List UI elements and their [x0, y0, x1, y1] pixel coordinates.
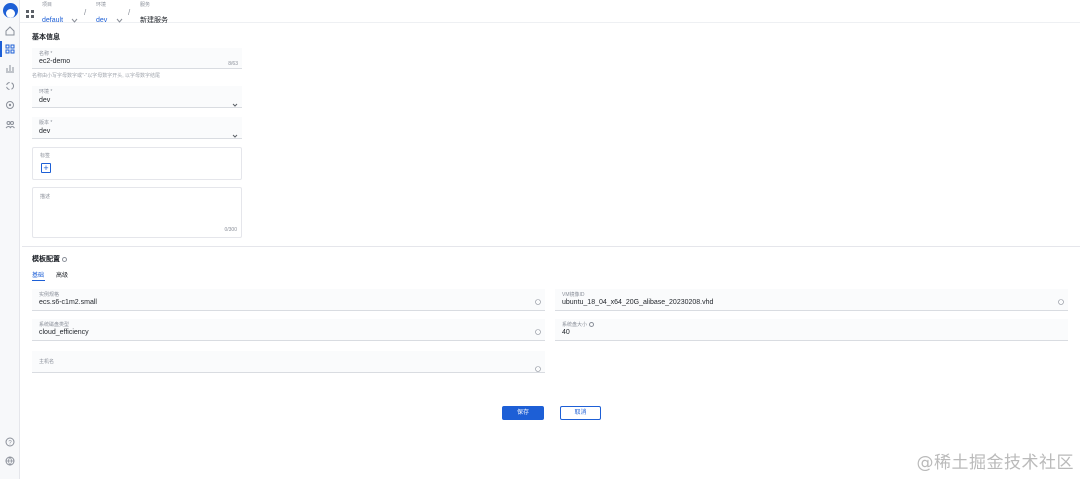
- chevron-down-icon[interactable]: [116, 10, 123, 23]
- template-config-title: 模板配置: [32, 254, 67, 264]
- hostname-label: 主机名: [39, 359, 55, 365]
- basic-info-title: 基本信息: [32, 34, 60, 41]
- chevron-down-icon[interactable]: [232, 95, 238, 107]
- info-icon[interactable]: [589, 322, 595, 328]
- chevron-down-icon[interactable]: [71, 10, 78, 23]
- env-select-value: dev: [39, 97, 51, 104]
- name-input[interactable]: ec2-demo: [39, 58, 70, 65]
- main-content: 基本信息 名称 * ec2-demo 8/63 名称由小写字母数字或"-"以字母…: [22, 25, 1080, 479]
- tags-field-label: 标签: [40, 153, 51, 159]
- instance-type-label: 实例规格: [39, 292, 60, 298]
- section-divider: [22, 246, 1080, 247]
- breadcrumb-project[interactable]: 项目 default: [42, 2, 63, 27]
- chart-icon[interactable]: [5, 63, 15, 73]
- env-select-label: 环境 *: [39, 89, 53, 95]
- settings-icon[interactable]: [5, 100, 15, 110]
- vm-image-field[interactable]: VM镜像ID ubuntu_18_04_x64_20G_alibase_2023…: [555, 289, 1068, 311]
- tab-active-indicator: [32, 280, 45, 281]
- breadcrumb-env[interactable]: 环境 dev: [96, 2, 107, 27]
- breadcrumb-project-label: 项目: [42, 2, 53, 8]
- language-icon[interactable]: [5, 456, 15, 466]
- name-hint: 名称由小写字母数字或"-"以字母数字开头, 以字母数字结尾: [32, 73, 160, 79]
- save-button[interactable]: 保存: [502, 406, 544, 420]
- name-field[interactable]: 名称 * ec2-demo 8/63: [32, 48, 242, 69]
- cycle-icon[interactable]: [5, 81, 15, 91]
- help-icon[interactable]: ?: [5, 437, 15, 447]
- chevron-down-icon[interactable]: [232, 126, 238, 138]
- env-select[interactable]: 环境 * dev: [32, 86, 242, 108]
- tab-basic[interactable]: 基础: [32, 270, 44, 279]
- menu-grid-icon[interactable]: [26, 6, 35, 18]
- top-bar: 项目 default / 环境 dev / 服务 新建服务: [20, 0, 1080, 24]
- disk-size-input[interactable]: 40: [562, 329, 570, 336]
- vm-image-input[interactable]: ubuntu_18_04_x64_20G_alibase_20230208.vh…: [562, 299, 713, 306]
- info-icon[interactable]: [535, 359, 541, 372]
- disk-size-label-text: 系统盘大小: [562, 322, 588, 328]
- disk-type-label: 系统磁盘类型: [39, 322, 70, 328]
- add-tag-button[interactable]: +: [41, 163, 51, 173]
- apps-icon[interactable]: [0, 41, 15, 57]
- logo[interactable]: [3, 3, 18, 18]
- hostname-field[interactable]: 主机名: [32, 351, 545, 373]
- vm-image-label: VM镜像ID: [562, 292, 585, 298]
- breadcrumb-service-label: 服务: [140, 2, 151, 8]
- tags-field: 标签 +: [32, 147, 242, 180]
- info-icon[interactable]: [1058, 292, 1064, 305]
- cancel-button[interactable]: 取消: [560, 406, 601, 420]
- disk-type-input[interactable]: cloud_efficiency: [39, 329, 89, 336]
- version-select-label: 版本 *: [39, 120, 53, 126]
- name-field-label: 名称 *: [39, 51, 53, 57]
- disk-size-field[interactable]: 系统盘大小 40: [555, 319, 1068, 341]
- info-icon[interactable]: [535, 322, 541, 335]
- breadcrumb-separator: /: [128, 8, 131, 17]
- version-select-value: dev: [39, 128, 51, 135]
- description-counter: 0/300: [224, 227, 237, 233]
- left-rail: ?: [0, 0, 20, 479]
- version-select[interactable]: 版本 * dev: [32, 117, 242, 139]
- instance-type-field[interactable]: 实例规格 ecs.s6-c1m2.small: [32, 289, 545, 311]
- name-counter: 8/63: [228, 61, 238, 67]
- description-field[interactable]: 描述 0/300: [32, 187, 242, 238]
- info-icon[interactable]: [62, 256, 67, 262]
- description-field-label: 描述: [40, 194, 51, 200]
- users-icon[interactable]: [5, 119, 15, 129]
- breadcrumb-env-label: 环境: [96, 2, 107, 8]
- watermark: @稀土掘金技术社区: [916, 453, 1074, 473]
- disk-size-label: 系统盘大小: [562, 321, 595, 328]
- template-config-label: 模板配置: [32, 256, 60, 263]
- disk-type-field[interactable]: 系统磁盘类型 cloud_efficiency: [32, 319, 545, 341]
- info-icon[interactable]: [535, 292, 541, 305]
- breadcrumb-separator: /: [84, 8, 87, 17]
- tab-advanced[interactable]: 高级: [56, 270, 68, 279]
- breadcrumb-service: 服务 新建服务: [140, 2, 168, 27]
- home-icon[interactable]: [5, 26, 15, 36]
- instance-type-input[interactable]: ecs.s6-c1m2.small: [39, 299, 97, 306]
